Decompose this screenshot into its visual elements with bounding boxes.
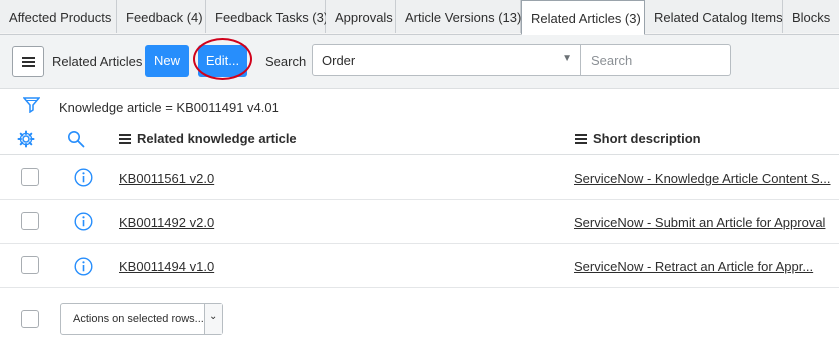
column-label: Short description: [593, 131, 701, 146]
actions-label: Actions on selected rows...: [73, 313, 204, 325]
actions-select[interactable]: Actions on selected rows... ⌄: [60, 303, 223, 335]
info-icon[interactable]: [74, 212, 93, 231]
filter-breadcrumb: Knowledge article = KB0011491 v4.01: [0, 89, 839, 121]
info-icon[interactable]: [74, 168, 93, 187]
row-checkbox[interactable]: [21, 212, 39, 230]
tab-feedback[interactable]: Feedback (4): [117, 0, 206, 33]
highlight-circle: [193, 38, 252, 80]
short-description-link[interactable]: ServiceNow - Retract an Article for Appr…: [574, 259, 813, 274]
filter-icon[interactable]: [23, 96, 40, 113]
table-row: KB0011492 v2.0 ServiceNow - Submit an Ar…: [0, 199, 839, 244]
actions-dropdown-toggle[interactable]: ⌄: [204, 304, 222, 334]
column-header-related-article[interactable]: Related knowledge article: [119, 131, 297, 146]
search-field-select[interactable]: Order ▼: [312, 44, 581, 76]
search-label: Search: [265, 54, 307, 69]
tab-article-versions[interactable]: Article Versions (13): [396, 0, 521, 33]
row-checkbox[interactable]: [21, 168, 39, 186]
tab-affected-products[interactable]: Affected Products: [0, 0, 117, 33]
table-row: KB0011561 v2.0 ServiceNow - Knowledge Ar…: [0, 155, 839, 200]
new-button[interactable]: New: [145, 45, 189, 77]
search-icon[interactable]: [67, 130, 85, 148]
list-toolbar: Related Articles New Edit... Search Orde…: [0, 35, 839, 89]
table-header: Related knowledge article Short descript…: [0, 121, 839, 155]
related-article-link[interactable]: KB0011492 v2.0: [119, 215, 214, 230]
tab-approvals[interactable]: Approvals: [326, 0, 396, 33]
search-field-value: Order: [322, 53, 356, 68]
list-title: Related Articles: [52, 54, 143, 69]
column-menu-icon[interactable]: [575, 134, 587, 145]
short-description-link[interactable]: ServiceNow - Knowledge Article Content S…: [574, 171, 831, 186]
dropdown-arrow-icon: ▼: [562, 53, 572, 64]
gear-icon[interactable]: [17, 130, 35, 148]
search-input[interactable]: Search: [581, 44, 731, 76]
table-row: KB0011494 v1.0 ServiceNow - Retract an A…: [0, 243, 839, 288]
info-icon[interactable]: [74, 257, 93, 276]
list-menu-button[interactable]: [12, 46, 44, 77]
related-article-link[interactable]: KB0011494 v1.0: [119, 259, 214, 274]
select-all-checkbox[interactable]: [21, 310, 39, 328]
tab-related-articles[interactable]: Related Articles (3): [521, 0, 645, 35]
filter-condition[interactable]: Knowledge article = KB0011491 v4.01: [59, 100, 279, 115]
search-placeholder: Search: [591, 53, 633, 68]
column-label: Related knowledge article: [137, 131, 297, 146]
tab-feedback-tasks[interactable]: Feedback Tasks (3): [206, 0, 328, 33]
tab-bar: Affected Products Feedback (4) Feedback …: [0, 0, 839, 35]
column-menu-icon[interactable]: [119, 134, 131, 145]
tab-blocks[interactable]: Blocks: [783, 0, 839, 33]
chevron-down-icon: ⌄: [209, 311, 218, 322]
row-checkbox[interactable]: [21, 256, 39, 274]
short-description-link[interactable]: ServiceNow - Submit an Article for Appro…: [574, 215, 825, 230]
column-header-short-description[interactable]: Short description: [575, 131, 701, 146]
related-article-link[interactable]: KB0011561 v2.0: [119, 171, 214, 186]
tab-related-catalog-items[interactable]: Related Catalog Items: [645, 0, 783, 33]
